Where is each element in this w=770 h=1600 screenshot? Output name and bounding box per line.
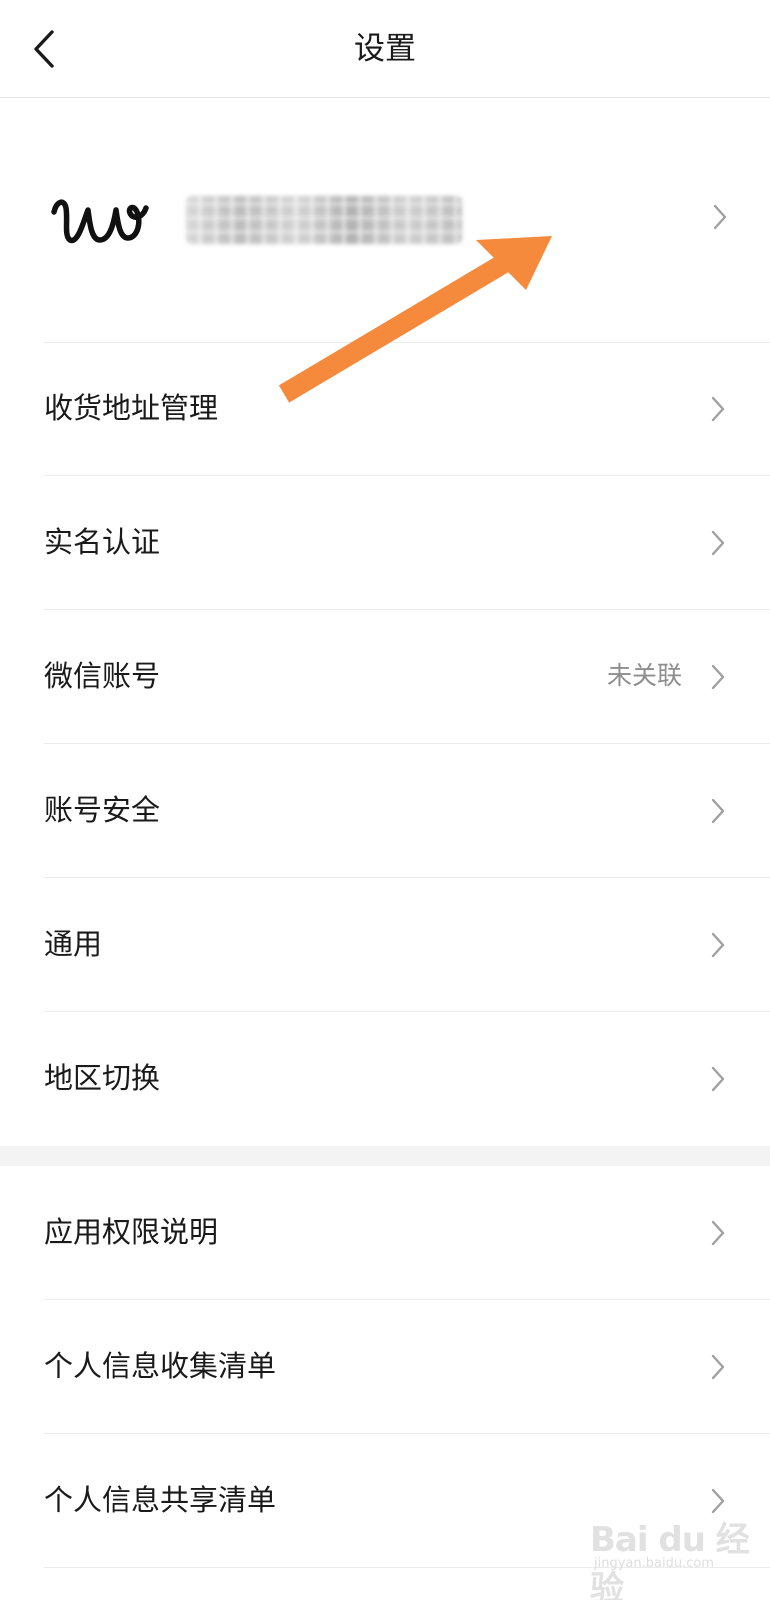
chevron-right-icon <box>711 530 725 556</box>
row-label: 微信账号 <box>44 659 161 693</box>
chevron-right-icon <box>711 1220 725 1246</box>
chevron-right-icon <box>711 1066 725 1092</box>
row-label: 账号安全 <box>44 793 161 827</box>
row-label: 个人信息共享清单 <box>44 1483 277 1517</box>
row-personal-info-collection[interactable]: 个人信息收集清单 <box>0 1300 770 1434</box>
chevron-right-icon <box>711 396 725 422</box>
row-label: 个人信息收集清单 <box>44 1349 277 1383</box>
chevron-right-icon <box>711 798 725 824</box>
wechat-link-status: 未关联 <box>606 661 682 690</box>
masked-username <box>186 196 462 244</box>
row-general[interactable]: 通用 <box>0 878 770 1012</box>
chevron-right-icon <box>711 664 725 690</box>
row-real-name-verification[interactable]: 实名认证 <box>0 476 770 610</box>
row-app-permissions[interactable]: 应用权限说明 <box>0 1166 770 1300</box>
watermark-subtext: jingyan.baidu.com <box>594 1556 714 1571</box>
row-account-security[interactable]: 账号安全 <box>0 744 770 878</box>
watermark: Bai du 经验 jingyan.baidu.com <box>590 1506 760 1600</box>
chevron-right-icon <box>711 1354 725 1380</box>
nav-bar: 设置 <box>0 0 770 98</box>
row-wechat-account[interactable]: 微信账号 未关联 <box>0 610 770 744</box>
row-label: 地区切换 <box>44 1061 161 1095</box>
signature-avatar-icon <box>51 199 149 244</box>
chevron-right-icon <box>711 932 725 958</box>
row-label: 实名认证 <box>44 525 161 559</box>
row-region-switch[interactable]: 地区切换 <box>0 1012 770 1146</box>
settings-section-main: 收货地址管理 实名认证 微信账号 未关联 账号安全 通用 地区切换 <box>0 342 770 1146</box>
avatar[interactable] <box>48 178 152 258</box>
row-address-management[interactable]: 收货地址管理 <box>0 342 770 476</box>
row-label: 应用权限说明 <box>44 1215 219 1249</box>
chevron-right-icon <box>713 204 727 230</box>
page-title: 设置 <box>354 31 416 67</box>
section-separator <box>0 1146 770 1166</box>
row-label: 通用 <box>44 927 103 961</box>
profile-chevron <box>712 203 728 235</box>
row-label: 收货地址管理 <box>44 391 219 425</box>
